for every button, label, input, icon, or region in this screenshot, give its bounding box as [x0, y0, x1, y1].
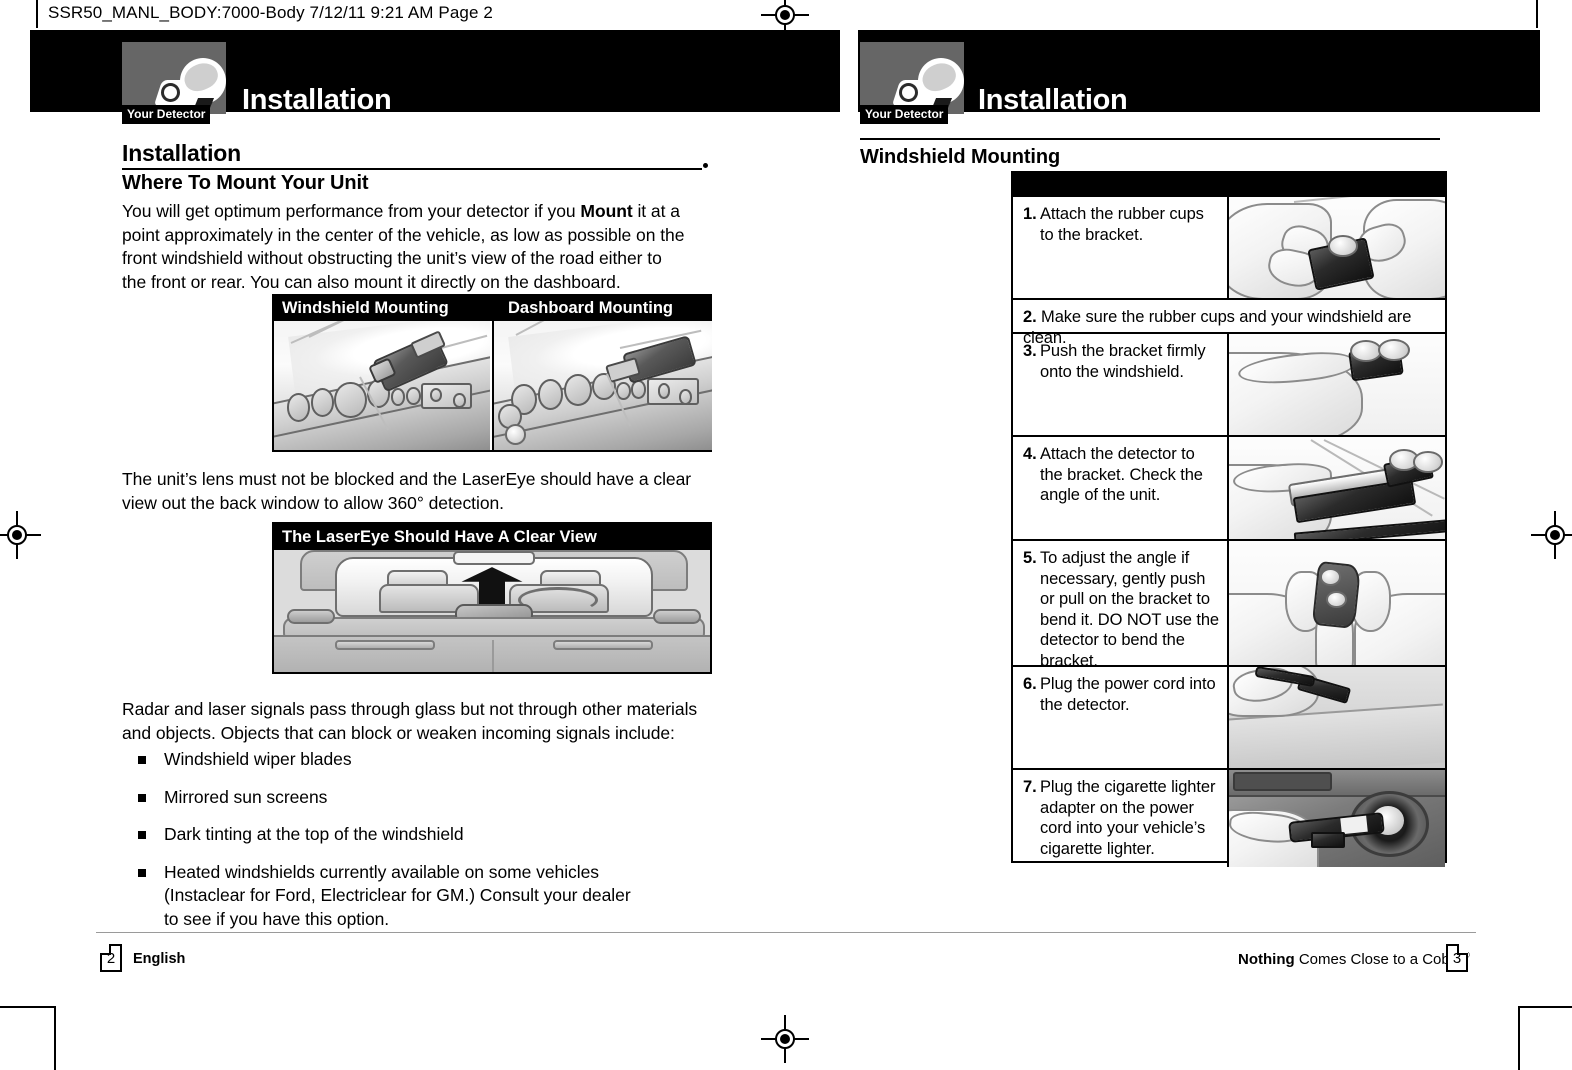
step-text: 6. Plug the power cord into the detector…: [1013, 667, 1227, 768]
right-detector-thumb: [860, 42, 964, 118]
step-illustration: [1227, 197, 1445, 298]
list-item: Windshield wiper blades: [138, 748, 704, 772]
table-row: 4. Attach the detector to the bracket. C…: [1013, 435, 1445, 539]
step-label: Attach the detector to the bracket. Chec…: [1040, 445, 1203, 504]
bullet-square-icon: [138, 793, 146, 802]
proof-slug-text: SSR50_MANL_BODY:7000-Body 7/12/11 9:21 A…: [48, 3, 493, 22]
left-footer-language: English: [133, 951, 186, 967]
trim-mark-top-left: [36, 0, 38, 28]
list-item: Mirrored sun screens: [138, 786, 704, 810]
right-section-heading: Windshield Mounting: [860, 146, 1061, 168]
table-row: 6. Plug the power cord into the detector…: [1013, 665, 1445, 768]
step-label: Attach the rubber cups to the bracket.: [1040, 205, 1204, 244]
step-illustration: [1227, 541, 1445, 665]
table-row: 1. Attach the rubber cups to the bracket…: [1013, 195, 1445, 298]
right-footer-tagline: Nothing Comes Close to a Cobra®: [1238, 950, 1470, 968]
step-label: To adjust the angle if necessary, gently…: [1040, 549, 1219, 670]
windshield-mounting-steps-table: 1. Attach the rubber cups to the bracket…: [1011, 171, 1447, 867]
step-illustration: [1227, 437, 1445, 539]
registration-mark-left: [0, 511, 41, 559]
table-row: 5. To adjust the angle if necessary, gen…: [1013, 539, 1445, 670]
tagline-rest: Comes Close to a Cobra: [1294, 951, 1464, 968]
figure-lasereye-art: [274, 550, 710, 672]
step-text: 7. Plug the cigarette lighter adapter on…: [1013, 770, 1227, 867]
figure-dashboard-art: [492, 321, 712, 450]
right-page-number-box: 3: [1446, 944, 1468, 972]
registration-mark-bottom: [761, 1015, 809, 1063]
step-number: 5.: [1023, 549, 1037, 567]
step-number: 7.: [1023, 778, 1037, 796]
figure-mounting-captions: Windshield Mounting Dashboard Mounting: [274, 296, 710, 321]
registration-mark-top: [761, 0, 809, 39]
step-text: 1. Attach the rubber cups to the bracket…: [1013, 197, 1227, 298]
step-number: 2.: [1023, 308, 1037, 326]
table-row: 2. Make sure the rubber cups and your wi…: [1013, 298, 1445, 347]
left-subheading: Where To Mount Your Unit: [122, 172, 369, 194]
step-text: 3. Push the bracket firmly onto the wind…: [1013, 334, 1227, 435]
airflow-arrow-icon: [461, 567, 523, 604]
step-number: 3.: [1023, 342, 1037, 360]
list-item-label: Windshield wiper blades: [164, 749, 352, 769]
bullet-square-icon: [138, 756, 146, 764]
list-item-label: Heated windshields currently available o…: [164, 861, 631, 929]
intro-bold-word: Mount: [580, 201, 633, 221]
step-text: 2. Make sure the rubber cups and your wi…: [1013, 300, 1445, 347]
list-item: Dark tinting at the top of the windshiel…: [138, 823, 704, 847]
left-heading-rule: [122, 168, 702, 170]
step-text: 4. Attach the detector to the bracket. C…: [1013, 437, 1227, 539]
right-band-title: Installation: [978, 84, 1128, 116]
steps-table-header-bar: [1013, 173, 1445, 195]
step-number: 4.: [1023, 445, 1037, 463]
figure-windshield-art: [274, 321, 490, 450]
list-item: Heated windshields currently available o…: [138, 861, 704, 932]
bullet-square-icon: [138, 868, 146, 877]
step-text: 5. To adjust the angle if necessary, gen…: [1013, 541, 1227, 670]
registration-mark-right: [1531, 511, 1572, 559]
trim-mark-bottom-right-h: [1518, 1006, 1572, 1008]
table-row: 3. Push the bracket firmly onto the wind…: [1013, 332, 1445, 435]
trim-mark-top-right: [1536, 0, 1538, 28]
step-illustration: [1227, 334, 1445, 435]
left-detector-tag: Your Detector: [122, 105, 211, 124]
step-label: Plug the cigarette lighter adapter on th…: [1040, 778, 1216, 858]
trim-mark-bottom-right: [1518, 1006, 1520, 1070]
left-page-number-box: 2: [100, 944, 122, 972]
caption-lasereye: The LaserEye Should Have A Clear View: [282, 527, 597, 546]
intro-part-1: You will get optimum performance from yo…: [122, 201, 581, 221]
left-detector-thumb: [122, 42, 226, 118]
left-band-title: Installation: [242, 84, 392, 116]
list-item-label: Mirrored sun screens: [164, 786, 328, 807]
bullet-square-icon: [138, 831, 146, 839]
caption-windshield-mounting: Windshield Mounting: [282, 299, 449, 317]
step-illustration: [1227, 770, 1445, 867]
step-number: 1.: [1023, 205, 1037, 223]
figure-lasereye-caption: The LaserEye Should Have A Clear View: [274, 524, 710, 550]
figure-mounting: Windshield Mounting Dashboard Mounting: [272, 294, 712, 452]
step-illustration: [1227, 667, 1445, 768]
left-section-heading: Installation: [122, 140, 242, 166]
right-heading-rule: [860, 138, 1440, 140]
step-label: Plug the power cord into the detector.: [1040, 675, 1216, 714]
blocking-objects-list: Windshield wiper blades Mirrored sun scr…: [138, 748, 704, 945]
right-detector-tag: Your Detector: [860, 105, 949, 124]
trim-mark-bottom-left-h: [0, 1006, 54, 1008]
caption-dashboard-mounting: Dashboard Mounting: [508, 299, 673, 317]
left-heading-rule-dot: [703, 163, 708, 168]
step-number: 6.: [1023, 675, 1037, 693]
tagline-bold: Nothing: [1238, 951, 1295, 968]
step-label: Push the bracket firmly onto the windshi…: [1040, 342, 1206, 381]
figure-lasereye: The LaserEye Should Have A Clear View: [272, 522, 712, 674]
signals-paragraph: Radar and laser signals pass through gla…: [122, 699, 698, 743]
table-row: 7. Plug the cigarette lighter adapter on…: [1013, 768, 1445, 867]
trim-mark-bottom-left: [54, 1006, 56, 1070]
list-item-label: Dark tinting at the top of the windshiel…: [164, 824, 464, 844]
lens-paragraph: The unit’s lens must not be blocked and …: [122, 469, 692, 513]
intro-paragraph: You will get optimum performance from yo…: [122, 200, 690, 294]
footer-rule: [96, 932, 1476, 933]
